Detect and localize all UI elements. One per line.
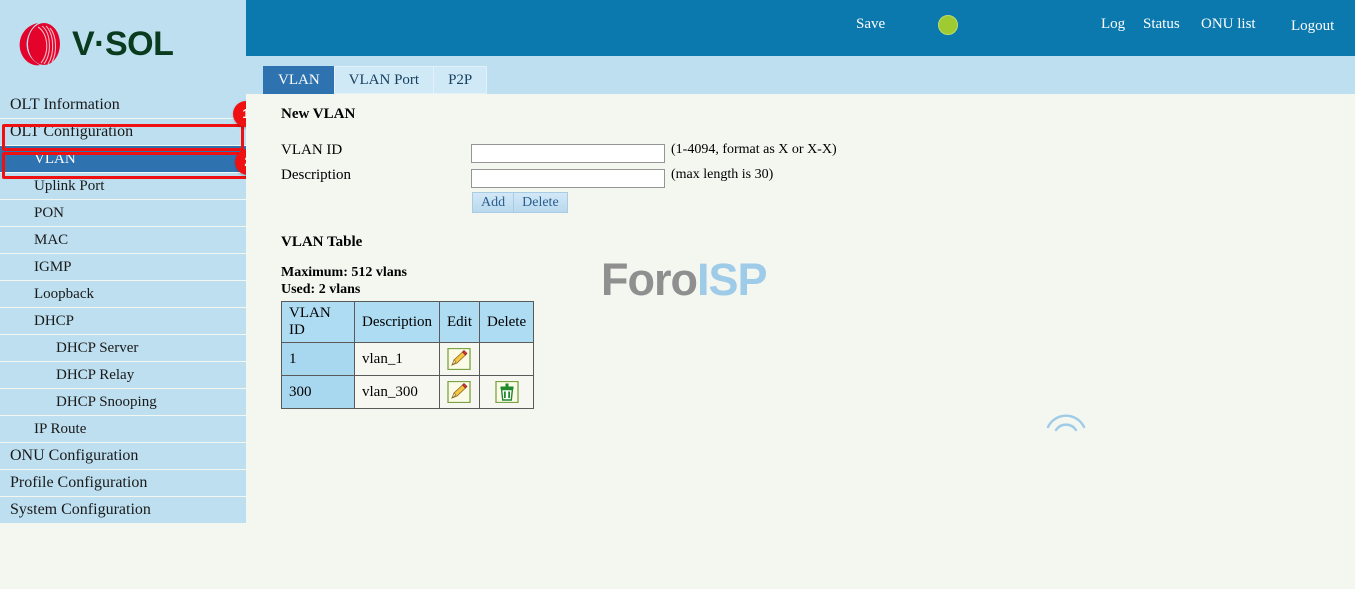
add-button[interactable]: Add xyxy=(472,192,514,213)
vsol-swirl-logo-icon xyxy=(19,23,60,66)
status-link[interactable]: Status xyxy=(1143,16,1180,33)
cell-delete xyxy=(478,375,535,409)
wifi-waves-icon xyxy=(1046,414,1086,432)
description-hint: (max length is 30) xyxy=(671,167,774,182)
pencil-edit-icon[interactable] xyxy=(447,347,472,371)
tab-vlan[interactable]: VLAN xyxy=(263,66,334,94)
sidebar-item-ip-route[interactable]: IP Route xyxy=(0,416,246,442)
tab-p2p[interactable]: P2P xyxy=(433,66,488,94)
table-row: 300 vlan_300 xyxy=(281,375,535,409)
log-link[interactable]: Log xyxy=(1101,16,1125,33)
pencil-edit-icon[interactable] xyxy=(447,380,472,404)
column-header-delete: Delete xyxy=(478,301,535,343)
sidebar-item-onu-configuration[interactable]: ONU Configuration xyxy=(0,443,246,469)
top-header-bar: Save Log Status ONU list Logout xyxy=(246,0,1355,56)
form-button-row: Add Delete xyxy=(472,192,568,213)
sidebar-item-dhcp-snooping[interactable]: DHCP Snooping xyxy=(0,389,246,415)
cell-edit xyxy=(438,342,480,376)
description-label: Description xyxy=(281,167,351,183)
vlan-id-input[interactable] xyxy=(471,144,665,163)
sidebar-item-profile-configuration[interactable]: Profile Configuration xyxy=(0,470,246,496)
vlan-id-hint: (1-4094, format as X or X-X) xyxy=(671,142,837,157)
cell-edit xyxy=(438,375,480,409)
trash-delete-icon[interactable] xyxy=(494,380,519,404)
sidebar-item-vlan[interactable]: VLAN xyxy=(0,146,246,172)
cell-description: vlan_1 xyxy=(354,342,440,376)
table-row: 1 vlan_1 xyxy=(281,342,535,376)
tab-list: VLAN VLAN Port P2P xyxy=(263,66,488,94)
cell-delete xyxy=(478,342,535,376)
green-status-dot-icon xyxy=(938,15,958,35)
watermark-foro-text: Foro xyxy=(601,254,698,305)
sidebar-item-system-configuration[interactable]: System Configuration xyxy=(0,497,246,523)
vlan-capacity-info: Maximum: 512 vlans Used: 2 vlans xyxy=(281,264,407,298)
column-header-vlan-id: VLAN ID xyxy=(281,301,355,343)
brand-logo[interactable]: V·SOL xyxy=(18,20,174,68)
sidebar-item-dhcp-relay[interactable]: DHCP Relay xyxy=(0,362,246,388)
foroisp-watermark: ForoISP xyxy=(601,254,1086,432)
used-vlans-text: Used: 2 vlans xyxy=(281,282,361,297)
sidebar-item-dhcp-server[interactable]: DHCP Server xyxy=(0,335,246,361)
sidebar-item-dhcp[interactable]: DHCP xyxy=(0,308,246,334)
maximum-vlans-text: Maximum: 512 vlans xyxy=(281,265,407,280)
column-header-description: Description xyxy=(354,301,440,343)
sidebar-nav: OLT Information OLT Configuration VLAN U… xyxy=(0,92,246,535)
brand-name: V·SOL xyxy=(72,24,174,63)
sidebar-item-olt-configuration[interactable]: OLT Configuration xyxy=(0,119,246,145)
tab-strip: VLAN VLAN Port P2P xyxy=(246,56,1355,94)
description-input[interactable] xyxy=(471,169,665,188)
sidebar-item-loopback[interactable]: Loopback xyxy=(0,281,246,307)
cell-vlan-id: 1 xyxy=(281,342,355,376)
delete-button[interactable]: Delete xyxy=(513,192,568,213)
table-header-row: VLAN ID Description Edit Delete xyxy=(281,301,535,343)
page-root: V·SOL Save Log Status ONU list Logout VL… xyxy=(0,0,1355,589)
logout-link[interactable]: Logout xyxy=(1291,18,1334,35)
vlan-id-label: VLAN ID xyxy=(281,142,343,158)
sidebar-item-mac[interactable]: MAC xyxy=(0,227,246,253)
tab-vlan-port[interactable]: VLAN Port xyxy=(333,66,434,94)
sidebar-item-olt-information[interactable]: OLT Information xyxy=(0,92,246,118)
cell-vlan-id: 300 xyxy=(281,375,355,409)
sidebar-item-uplink-port[interactable]: Uplink Port xyxy=(0,173,246,199)
sidebar-item-igmp[interactable]: IGMP xyxy=(0,254,246,280)
vlan-table: VLAN ID Description Edit Delete 1 vlan_1 xyxy=(281,301,535,409)
column-header-edit: Edit xyxy=(438,301,480,343)
onu-list-link[interactable]: ONU list xyxy=(1201,16,1256,33)
cell-description: vlan_300 xyxy=(354,375,440,409)
main-content: New VLAN VLAN ID (1-4094, format as X or… xyxy=(246,94,1355,589)
save-button[interactable]: Save xyxy=(856,16,885,33)
vlan-table-title: VLAN Table xyxy=(281,234,363,250)
sidebar-item-pon[interactable]: PON xyxy=(0,200,246,226)
new-vlan-title: New VLAN xyxy=(281,106,356,122)
watermark-isp-text: ISP xyxy=(696,254,768,305)
brand-logo-pane: V·SOL xyxy=(0,0,246,92)
